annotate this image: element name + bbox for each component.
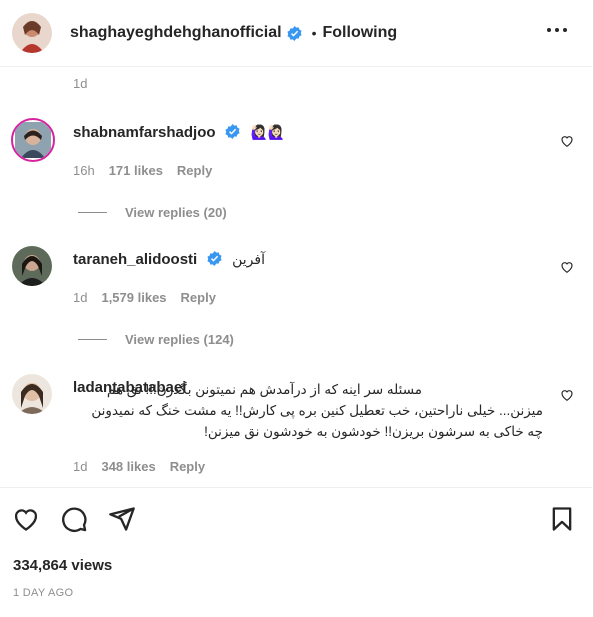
author-avatar[interactable] — [12, 13, 52, 53]
comment-time: 1d — [73, 459, 88, 474]
comment-likes[interactable]: 348 likes — [101, 459, 155, 474]
comment-body: shabnamfarshadjoo 🙋🏻‍♀️🙋🏻‍♀️ — [73, 124, 553, 142]
post-panel: shaghayeghdehghanofficial • Following 1d… — [0, 0, 594, 617]
view-replies-label: View replies (20) — [125, 205, 227, 220]
header-separator: • — [311, 25, 317, 41]
verified-badge-icon — [207, 251, 222, 266]
save-bookmark-icon[interactable] — [548, 505, 576, 533]
view-replies-button[interactable]: View replies (20) — [78, 205, 227, 220]
comment-body: ladantabatabaei مسئله سر اینه که از درآم… — [73, 379, 553, 439]
comment-body: taraneh_alidoosti آفرین — [73, 251, 553, 269]
comment-meta: 16h 171 likes Reply — [73, 163, 212, 178]
comment-text: آفرین — [232, 251, 265, 267]
more-options-icon[interactable] — [546, 22, 568, 38]
reply-button[interactable]: Reply — [177, 163, 212, 178]
replies-divider-line — [78, 212, 107, 213]
comment-likes[interactable]: 1,579 likes — [101, 290, 166, 305]
comment-like-heart-icon[interactable] — [560, 134, 574, 148]
action-bar — [12, 505, 582, 533]
post-date: 1 DAY AGO — [13, 587, 74, 599]
actions-divider — [0, 487, 592, 488]
commenter-username[interactable]: shabnamfarshadjoo — [73, 124, 216, 141]
caption-timestamp: 1d — [73, 76, 88, 91]
comment-meta: 1d 1,579 likes Reply — [73, 290, 216, 305]
commenter-avatar[interactable] — [11, 118, 55, 162]
commenter-avatar[interactable] — [12, 374, 52, 414]
comment-text: 🙋🏻‍♀️🙋🏻‍♀️ — [250, 124, 286, 140]
like-heart-icon[interactable] — [12, 505, 40, 533]
comment-time: 16h — [73, 163, 95, 178]
comment-meta: 1d 348 likes Reply — [73, 459, 205, 474]
verified-badge-icon — [225, 124, 240, 139]
author-username[interactable]: shaghayeghdehghanofficial — [70, 24, 282, 42]
share-paper-plane-icon[interactable] — [108, 505, 136, 533]
comment-text: مسئله سر اینه که از درآمدش هم نمیتونن بگ… — [91, 382, 543, 439]
comment-bubble-icon[interactable] — [60, 505, 88, 533]
comment-like-heart-icon[interactable] — [560, 260, 574, 274]
view-replies-button[interactable]: View replies (124) — [78, 332, 234, 347]
comment-time: 1d — [73, 290, 88, 305]
replies-divider-line — [78, 339, 107, 340]
view-replies-label: View replies (124) — [125, 332, 234, 347]
verified-badge-icon — [287, 25, 302, 41]
comment-likes[interactable]: 171 likes — [109, 163, 163, 178]
post-header: shaghayeghdehghanofficial • Following — [0, 0, 592, 67]
commenter-avatar[interactable] — [12, 246, 52, 286]
reply-button[interactable]: Reply — [181, 290, 216, 305]
comment-like-heart-icon[interactable] — [560, 388, 574, 402]
following-button[interactable]: Following — [323, 24, 398, 42]
commenter-username[interactable]: taraneh_alidoosti — [73, 251, 197, 268]
reply-button[interactable]: Reply — [170, 459, 205, 474]
view-count[interactable]: 334,864 views — [13, 557, 112, 574]
